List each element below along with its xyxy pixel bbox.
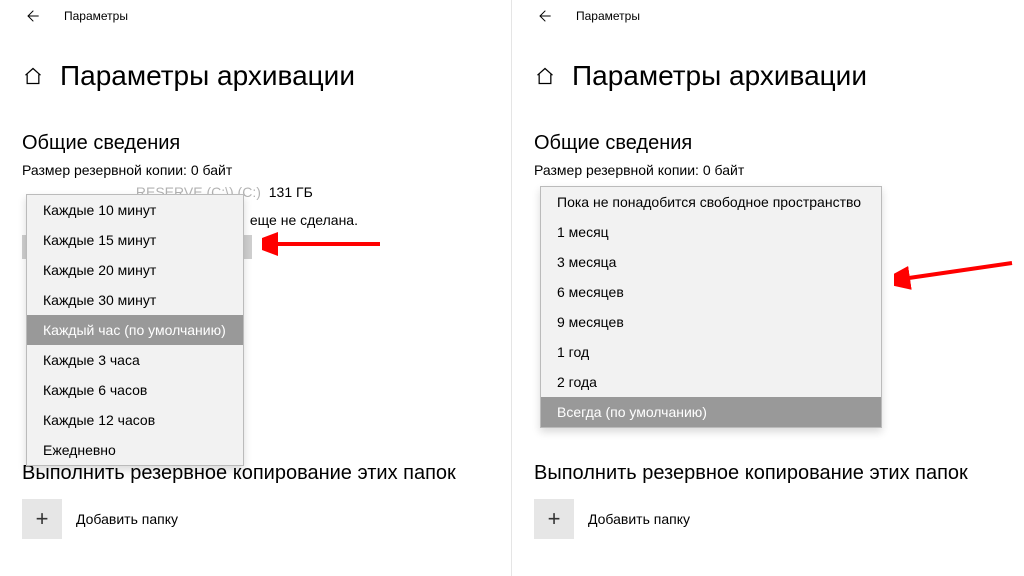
folders-section: Выполнить резервное копирование этих пап… [22, 462, 487, 539]
retain-option[interactable]: 1 месяц [541, 217, 881, 247]
titlebar: Параметры [0, 0, 511, 32]
retain-option[interactable]: 3 месяца [541, 247, 881, 277]
freq-option[interactable]: Ежедневно [27, 435, 243, 465]
titlebar-label: Параметры [64, 9, 128, 23]
plus-icon: + [534, 499, 574, 539]
drive-size: 131 ГБ [269, 184, 313, 200]
backup-size-text: Размер резервной копии: 0 байт [534, 161, 1004, 179]
add-folder-button[interactable]: + Добавить папку [22, 499, 487, 539]
retain-option-selected[interactable]: Всегда (по умолчанию) [541, 397, 881, 427]
backup-size-text: Размер резервной копии: 0 байт [22, 161, 491, 179]
home-icon [535, 66, 555, 86]
frequency-menu: Каждые 10 минут Каждые 15 минут Каждые 2… [26, 194, 244, 466]
retention-menu: Пока не понадобится свободное пространст… [540, 186, 882, 428]
add-folder-label: Добавить папку [76, 511, 178, 527]
annotation-arrow-icon [894, 257, 1014, 293]
overview-section: Общие сведения Размер резервной копии: 0… [512, 108, 1024, 179]
panel-left: Параметры Параметры архивации Общие свед… [0, 0, 512, 576]
overview-heading: Общие сведения [22, 132, 491, 155]
retain-option[interactable]: Пока не понадобится свободное пространст… [541, 187, 881, 217]
freq-option[interactable]: Каждые 15 минут [27, 225, 243, 255]
freq-option[interactable]: Каждые 20 минут [27, 255, 243, 285]
home-icon [23, 66, 43, 86]
freq-option[interactable]: Каждые 3 часа [27, 345, 243, 375]
freq-option[interactable]: Каждые 30 минут [27, 285, 243, 315]
page-header: Параметры архивации [0, 32, 511, 108]
titlebar: Параметры [512, 0, 1024, 32]
retain-option[interactable]: 9 месяцев [541, 307, 881, 337]
retain-option[interactable]: 6 месяцев [541, 277, 881, 307]
annotation-arrow-icon [262, 230, 382, 260]
freq-option[interactable]: Каждые 6 часов [27, 375, 243, 405]
page-title: Параметры архивации [572, 60, 867, 92]
home-button[interactable] [534, 65, 556, 87]
plus-icon: + [22, 499, 62, 539]
back-arrow-icon [536, 8, 552, 24]
add-folder-button[interactable]: + Добавить папку [534, 499, 1000, 539]
home-button[interactable] [22, 65, 44, 87]
folders-section: Выполнить резервное копирование этих пап… [534, 462, 1000, 539]
overview-heading: Общие сведения [534, 132, 1004, 155]
page-header: Параметры архивации [512, 32, 1024, 108]
back-button[interactable] [532, 4, 556, 28]
freq-option[interactable]: Каждые 10 минут [27, 195, 243, 225]
back-arrow-icon [24, 8, 40, 24]
retain-option[interactable]: 1 год [541, 337, 881, 367]
page-title: Параметры архивации [60, 60, 355, 92]
freq-option[interactable]: Каждые 12 часов [27, 405, 243, 435]
back-button[interactable] [20, 4, 44, 28]
freq-option-selected[interactable]: Каждый час (по умолчанию) [27, 315, 243, 345]
panel-right: Параметры Параметры архивации Общие свед… [512, 0, 1024, 576]
titlebar-label: Параметры [576, 9, 640, 23]
retain-option[interactable]: 2 года [541, 367, 881, 397]
not-done-text: еще не сделана. [250, 212, 358, 228]
folders-heading: Выполнить резервное копирование этих пап… [534, 462, 1000, 485]
add-folder-label: Добавить папку [588, 511, 690, 527]
